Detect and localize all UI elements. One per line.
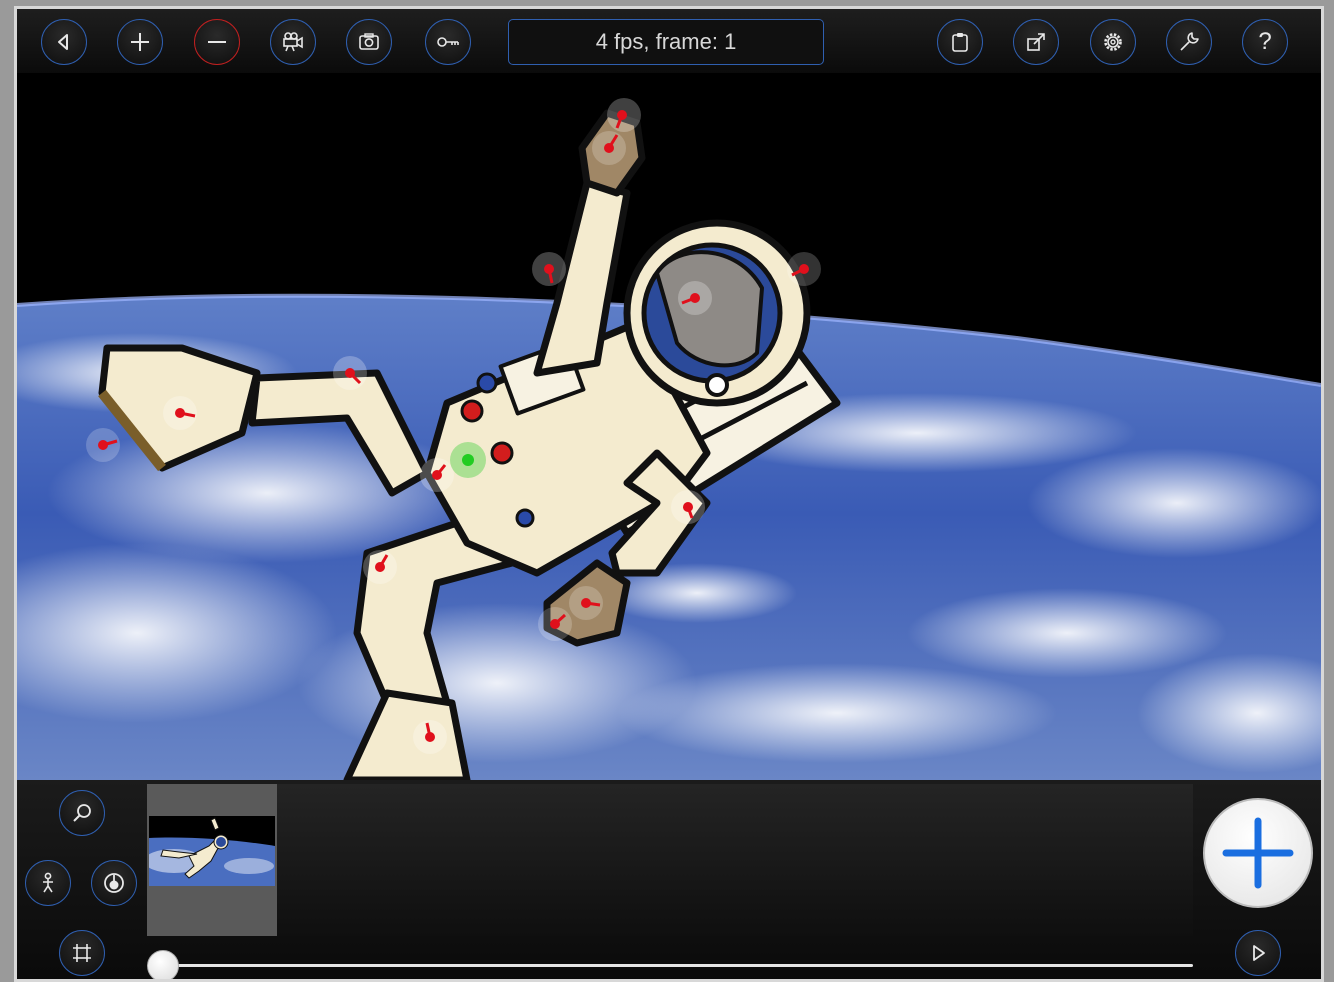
- triangle-left-icon: [58, 34, 68, 50]
- clipboard-icon: [952, 33, 968, 52]
- camera-button[interactable]: [346, 19, 392, 65]
- joint-handle[interactable]: [413, 720, 447, 754]
- joint-handle[interactable]: [678, 281, 712, 315]
- key-button[interactable]: [425, 19, 471, 65]
- back-button[interactable]: [41, 19, 87, 65]
- app-window: 4 fps, frame: 1 ?: [14, 6, 1324, 982]
- joint-handle[interactable]: [787, 252, 821, 286]
- timeline-slider[interactable]: [146, 948, 1193, 979]
- export-button[interactable]: [1013, 19, 1059, 65]
- remove-figure-button[interactable]: [194, 19, 240, 65]
- wrench-icon: [1180, 32, 1199, 51]
- movie-camera-icon: [283, 32, 303, 52]
- joint-handle[interactable]: [569, 586, 603, 620]
- animation-stage[interactable]: [17, 73, 1321, 780]
- fit-frame-button[interactable]: [59, 930, 105, 976]
- add-figure-button[interactable]: [117, 19, 163, 65]
- joint-handle[interactable]: [671, 490, 705, 524]
- onion-skin-button[interactable]: [91, 860, 137, 906]
- onion-skin-icon: [104, 873, 124, 893]
- add-frame-button[interactable]: [1203, 798, 1313, 908]
- share-icon: [1027, 33, 1045, 51]
- frame-status-display: 4 fps, frame: 1: [508, 19, 824, 65]
- top-toolbar: 4 fps, frame: 1 ?: [17, 9, 1321, 73]
- fit-frame-icon: [73, 944, 91, 962]
- timeline-track: [147, 964, 1193, 967]
- video-button[interactable]: [270, 19, 316, 65]
- help-label: ?: [1258, 28, 1272, 55]
- help-button[interactable]: ?: [1242, 19, 1288, 65]
- fps-frame-text: 4 fps, frame: 1: [595, 29, 737, 54]
- play-icon: [1253, 945, 1265, 961]
- joint-handle[interactable]: [420, 458, 454, 492]
- joint-handle[interactable]: [532, 252, 566, 286]
- joint-handle[interactable]: [86, 428, 120, 462]
- frame-thumbnail-image: [149, 816, 275, 886]
- joint-handle[interactable]: [333, 356, 367, 390]
- joint-handle[interactable]: [163, 396, 197, 430]
- joint-handle[interactable]: [538, 607, 572, 641]
- joint-handle[interactable]: [607, 98, 641, 132]
- minus-icon: [208, 41, 226, 43]
- camera-icon: [359, 33, 379, 50]
- plus-icon: [131, 33, 149, 51]
- bottom-panel: [17, 780, 1321, 979]
- tools-button[interactable]: [1166, 19, 1212, 65]
- magnifier-icon: [73, 804, 91, 822]
- stage-canvas[interactable]: [17, 73, 1321, 780]
- joint-handle-selected[interactable]: [450, 442, 486, 478]
- zoom-button[interactable]: [59, 790, 105, 836]
- joint-handle[interactable]: [363, 550, 397, 584]
- gear-icon: [1104, 33, 1122, 51]
- key-icon: [437, 37, 459, 47]
- clipboard-button[interactable]: [937, 19, 983, 65]
- play-button[interactable]: [1235, 930, 1281, 976]
- frame-thumbnail[interactable]: [147, 784, 277, 936]
- frames-strip[interactable]: [147, 784, 1193, 936]
- figure-button[interactable]: [25, 860, 71, 906]
- plus-icon: [1222, 817, 1294, 889]
- timeline-thumb[interactable]: [146, 950, 179, 979]
- joint-handle[interactable]: [592, 131, 626, 165]
- stick-figure-icon: [43, 872, 53, 893]
- settings-button[interactable]: [1090, 19, 1136, 65]
